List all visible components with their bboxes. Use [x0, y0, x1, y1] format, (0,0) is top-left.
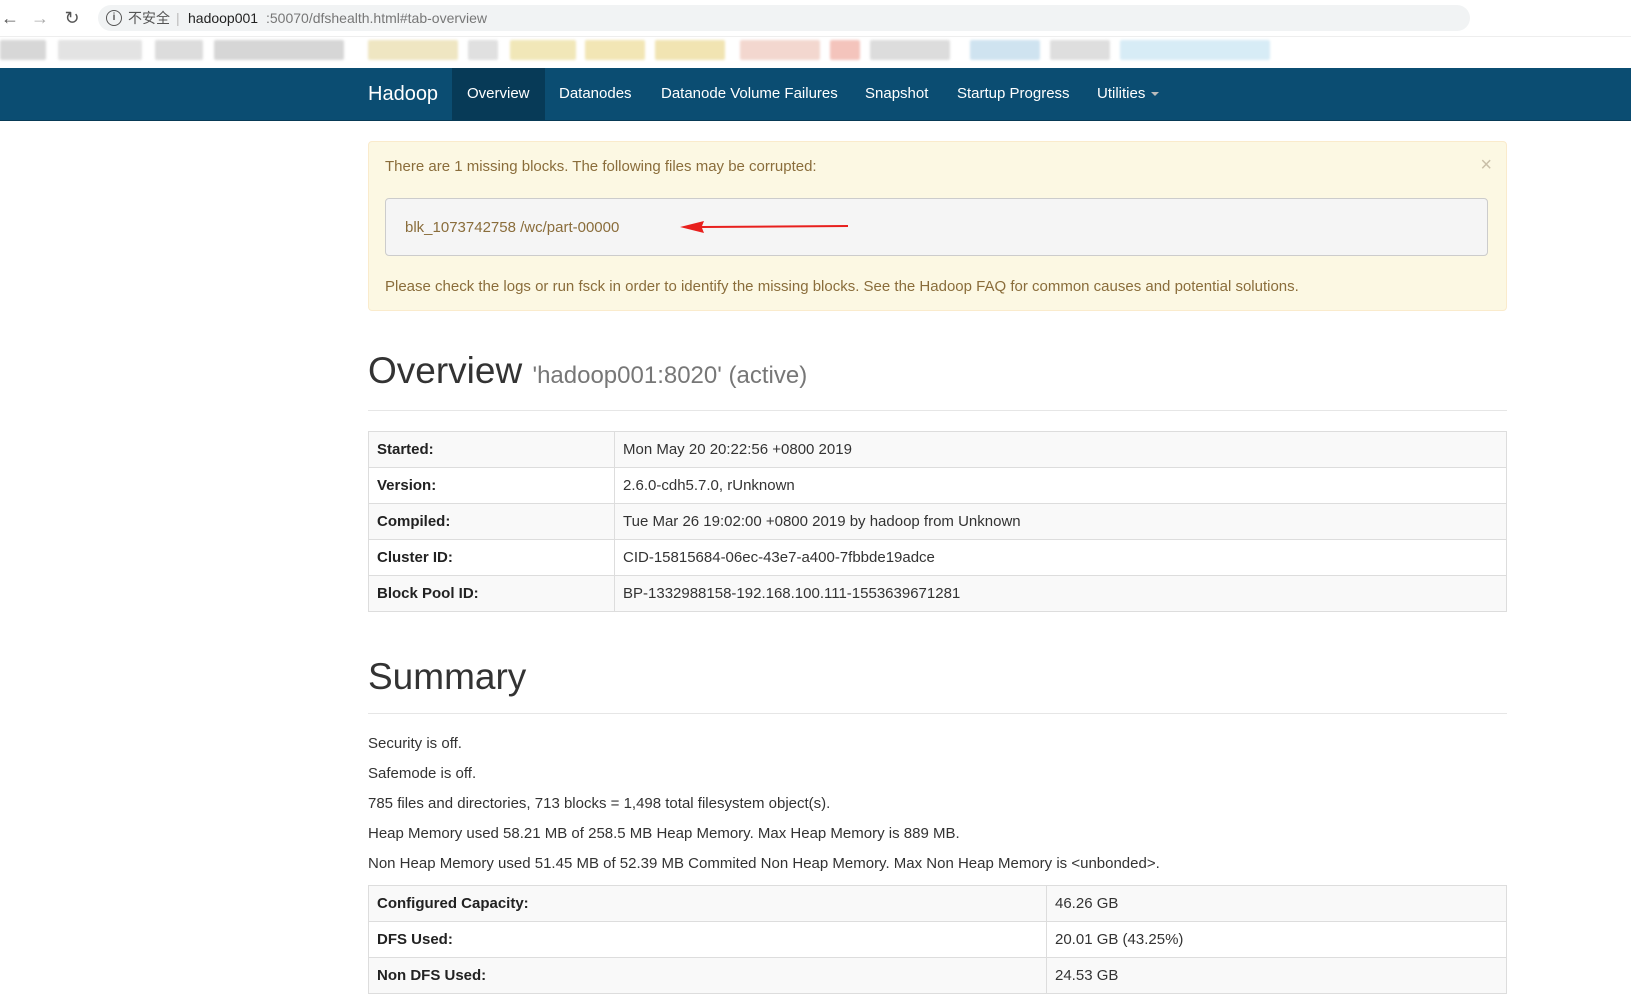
nav-tab-utilities-label: Utilities — [1097, 85, 1146, 102]
row-value: 24.53 GB — [1046, 957, 1507, 994]
top-navbar: Hadoop Overview Datanodes Datanode Volum… — [0, 68, 1631, 121]
row-key: Compiled: — [368, 503, 615, 540]
forward-arrow-icon[interactable]: → — [30, 8, 50, 28]
missing-blocks-alert: There are 1 missing blocks. The followin… — [368, 141, 1507, 311]
table-row: Block Pool ID: BP-1332988158-192.168.100.… — [368, 575, 1507, 612]
table-row: Cluster ID: CID-15815684-06ec-43e7-a400-7… — [368, 539, 1507, 576]
row-value: Mon May 20 20:22:56 +0800 2019 — [614, 431, 1507, 468]
overview-heading: Overview 'hadoop001:8020' (active) — [368, 350, 807, 392]
info-icon[interactable]: i — [106, 10, 122, 26]
bookmark-item[interactable] — [214, 40, 344, 60]
summary-title: Summary — [368, 656, 527, 697]
alert-hint: Please check the logs or run fsck in ord… — [385, 278, 1299, 295]
row-value: CID-15815684-06ec-43e7-a400-7fbbde19adce — [614, 539, 1507, 576]
row-key: Block Pool ID: — [368, 575, 615, 612]
row-key: DFS Used: — [368, 921, 1047, 958]
close-icon[interactable]: × — [1480, 154, 1492, 177]
bookmark-item[interactable] — [655, 40, 725, 60]
bookmark-item[interactable] — [870, 40, 950, 60]
bookmark-item[interactable] — [58, 40, 142, 60]
row-key: Configured Capacity: — [368, 885, 1047, 922]
bookmark-item[interactable] — [830, 40, 860, 60]
nav-tab-overview[interactable]: Overview — [452, 68, 545, 120]
bookmark-item[interactable] — [740, 40, 820, 60]
table-row: Version: 2.6.0-cdh5.7.0, rUnknown — [368, 467, 1507, 504]
summary-objects: 785 files and directories, 713 blocks = … — [368, 795, 831, 812]
bookmark-item[interactable] — [1120, 40, 1270, 60]
nav-tab-snapshot[interactable]: Snapshot — [850, 68, 943, 120]
overview-subtitle: 'hadoop001:8020' (active) — [532, 362, 808, 389]
bookmark-item[interactable] — [970, 40, 1040, 60]
nav-tab-utilities[interactable]: Utilities — [1082, 68, 1174, 120]
back-arrow-icon[interactable]: ← — [0, 8, 20, 28]
browser-toolbar: ← → ↻ i 不安全 | hadoop001 :50070/dfshealth… — [0, 0, 1631, 37]
row-key: Cluster ID: — [368, 539, 615, 576]
reload-icon[interactable]: ↻ — [62, 8, 82, 28]
bookmark-item[interactable] — [585, 40, 645, 60]
brand-link[interactable]: Hadoop — [368, 68, 438, 120]
nav-tab-volume-failures[interactable]: Datanode Volume Failures — [646, 68, 853, 120]
summary-safemode: Safemode is off. — [368, 765, 477, 782]
bookmark-item[interactable] — [468, 40, 498, 60]
bookmark-item[interactable] — [0, 40, 46, 60]
corrupted-block-list: blk_1073742758 /wc/part-00000 — [385, 198, 1488, 256]
red-arrow-icon — [680, 221, 848, 233]
caret-down-icon — [1151, 92, 1160, 97]
row-value: BP-1332988158-192.168.100.111-1553639671… — [614, 575, 1507, 612]
bookmark-item[interactable] — [368, 40, 458, 60]
table-row: Started: Mon May 20 20:22:56 +0800 2019 — [368, 431, 1507, 468]
table-row: Non DFS Used: 24.53 GB — [368, 957, 1507, 994]
insecure-label: 不安全 — [128, 10, 170, 26]
divider — [368, 410, 1507, 411]
row-value: 20.01 GB (43.25%) — [1046, 921, 1507, 958]
summary-table: Configured Capacity: 46.26 GB DFS Used: 20… — [368, 885, 1507, 994]
overview-title: Overview — [368, 350, 523, 391]
overview-table: Started: Mon May 20 20:22:56 +0800 2019 V… — [368, 431, 1507, 612]
row-value: 46.26 GB — [1046, 885, 1507, 922]
url-host: hadoop001 — [188, 10, 259, 26]
summary-non-heap-memory: Non Heap Memory used 51.45 MB of 52.39 M… — [368, 855, 1160, 872]
row-key: Non DFS Used: — [368, 957, 1047, 994]
url-path: :50070/dfshealth.html#tab-overview — [266, 10, 488, 26]
summary-heap-memory: Heap Memory used 58.21 MB of 258.5 MB He… — [368, 825, 960, 842]
nav-tab-startup-progress[interactable]: Startup Progress — [942, 68, 1085, 120]
bookmarks-bar — [0, 37, 1631, 67]
row-value: Tue Mar 26 19:02:00 +0800 2019 by hadoop… — [614, 503, 1507, 540]
alert-message: There are 1 missing blocks. The followin… — [385, 158, 817, 175]
table-row: DFS Used: 20.01 GB (43.25%) — [368, 921, 1507, 958]
address-bar[interactable]: i 不安全 | hadoop001 :50070/dfshealth.html#… — [98, 5, 1470, 31]
bookmark-item[interactable] — [155, 40, 203, 60]
summary-security: Security is off. — [368, 735, 462, 752]
address-separator: | — [176, 10, 180, 26]
divider — [368, 713, 1507, 714]
bookmark-item[interactable] — [1050, 40, 1110, 60]
table-row: Compiled: Tue Mar 26 19:02:00 +0800 2019 … — [368, 503, 1507, 540]
nav-tab-datanodes[interactable]: Datanodes — [544, 68, 647, 120]
row-key: Started: — [368, 431, 615, 468]
bookmark-item[interactable] — [510, 40, 576, 60]
row-key: Version: — [368, 467, 615, 504]
table-row: Configured Capacity: 46.26 GB — [368, 885, 1507, 922]
row-value: 2.6.0-cdh5.7.0, rUnknown — [614, 467, 1507, 504]
